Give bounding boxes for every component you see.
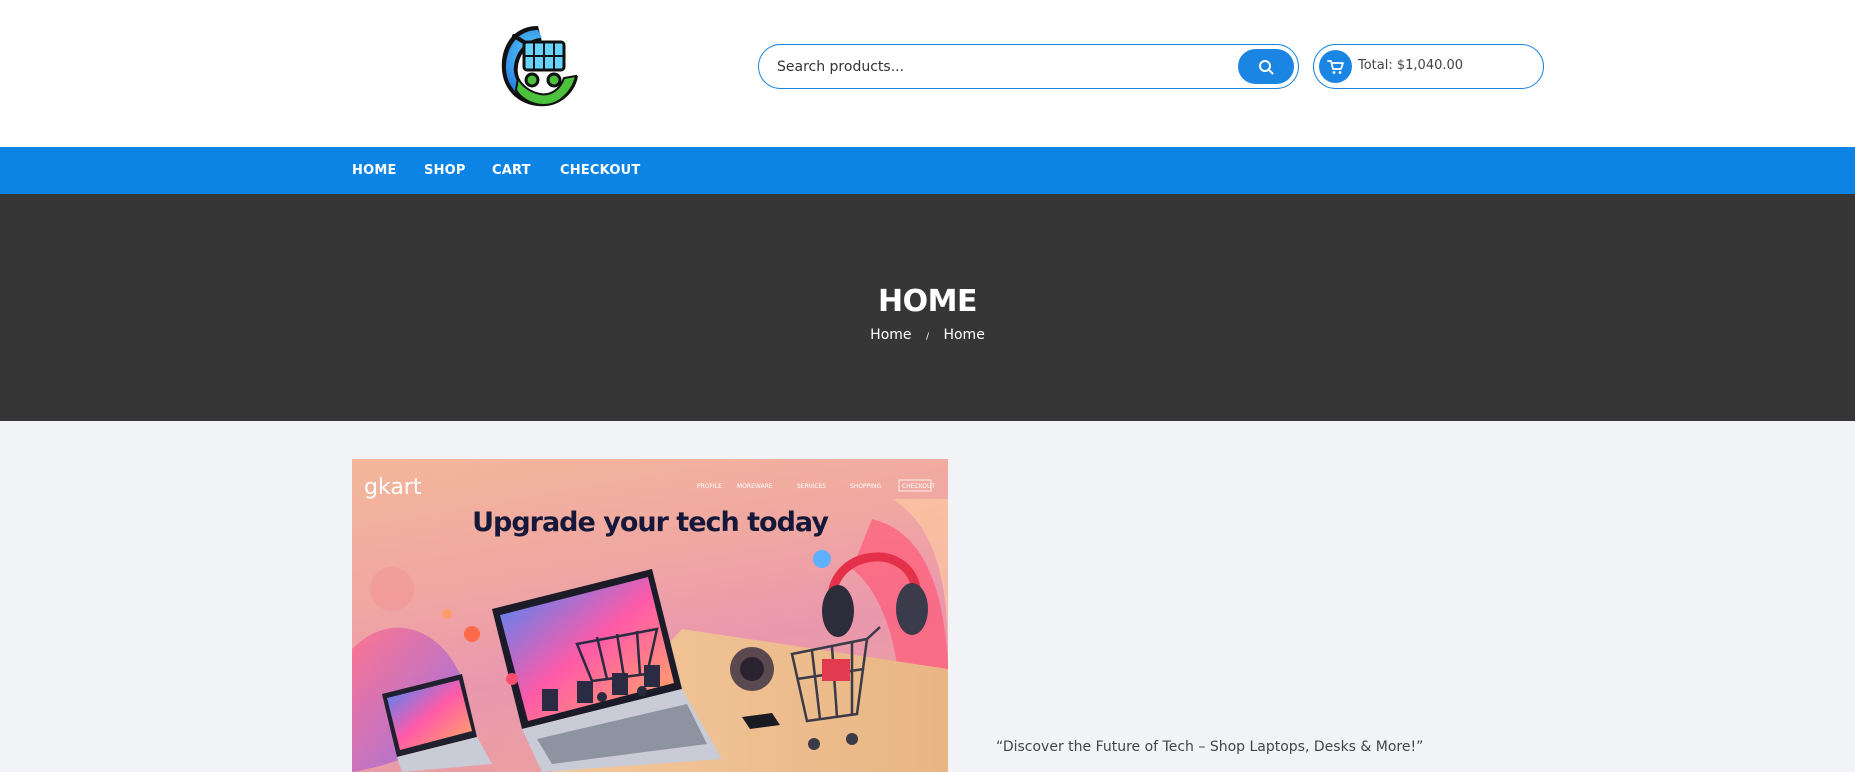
tagline: “Discover the Future of Tech – Shop Lapt… [996,739,1424,755]
banner-menu-item: CHECKOUT [902,483,935,490]
banner-menu-item: SHOPPING [850,483,882,490]
banner-menu-item: MOREWARE [737,483,773,490]
promo-banner-image: gkart PROFILE MOREWARE SERVICES SHOPPING… [352,459,948,772]
shopping-cart-logo-icon [501,26,578,107]
page-title: HOME [878,284,977,319]
page-hero: HOME Home / Home [0,194,1855,421]
search-form [758,44,1299,89]
breadcrumb-link-home[interactable]: Home [870,327,911,343]
search-icon [1259,59,1274,74]
mini-cart[interactable]: Total: $1,040.00 [1313,44,1544,89]
banner-menu-item: SERVICES [797,483,826,490]
breadcrumb-current: Home [943,327,985,343]
main-content: gkart PROFILE MOREWARE SERVICES SHOPPING… [0,421,1855,772]
breadcrumb-separator: / [925,332,930,342]
banner-menu-item: PROFILE [697,483,722,490]
nav-item-cart[interactable]: CART [492,163,531,178]
breadcrumb: Home / Home [0,327,1855,343]
main-nav: HOME SHOP CART CHECKOUT [0,147,1855,194]
nav-item-checkout[interactable]: CHECKOUT [560,163,640,178]
banner-brand: gkart [364,475,422,500]
nav-item-shop[interactable]: SHOP [424,163,466,178]
search-button[interactable] [1238,49,1294,84]
search-input[interactable] [777,54,1217,80]
nav-item-home[interactable]: HOME [352,163,397,178]
promo-banner-art: gkart PROFILE MOREWARE SERVICES SHOPPING… [352,475,948,772]
cart-button[interactable] [1319,50,1352,83]
cart-total: Total: $1,040.00 [1358,58,1464,73]
cart-icon [1326,59,1344,74]
banner-headline: Upgrade your tech today [472,507,829,538]
site-header: Total: $1,040.00 [0,0,1855,147]
site-logo[interactable] [494,20,584,114]
